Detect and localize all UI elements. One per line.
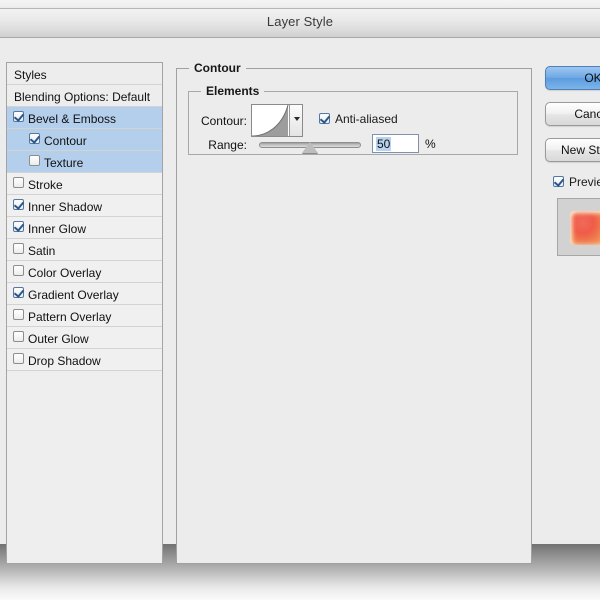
blending-options-label: Blending Options: Default xyxy=(14,89,151,104)
style-row[interactable]: Contour xyxy=(7,129,162,151)
elements-group-box: Elements Contour: Anti-aliased Range: 50… xyxy=(188,84,518,155)
dialog-titlebar[interactable]: Layer Style xyxy=(0,9,600,38)
style-row-checkbox[interactable] xyxy=(13,261,24,282)
ok-button[interactable]: OK xyxy=(545,66,600,90)
checkbox-checked-icon xyxy=(13,286,24,298)
range-slider[interactable] xyxy=(259,138,361,153)
style-row-label: Pattern Overlay xyxy=(28,309,112,324)
styles-list-header: Styles xyxy=(7,63,162,85)
style-row-label: Inner Glow xyxy=(28,221,87,236)
checkbox-unchecked-icon xyxy=(13,330,24,342)
style-row-checkbox[interactable] xyxy=(13,327,24,348)
anti-aliased-check-icon xyxy=(319,113,330,125)
style-row-label: Contour xyxy=(44,133,87,148)
checkbox-checked-icon xyxy=(13,198,24,210)
style-row-checkbox[interactable] xyxy=(13,107,24,128)
anti-aliased-checkbox[interactable]: Anti-aliased xyxy=(319,111,398,126)
checkbox-unchecked-icon xyxy=(13,264,24,276)
range-value-text: 50 xyxy=(376,137,392,151)
style-row-label: Color Overlay xyxy=(28,265,102,280)
blending-options-row[interactable]: Blending Options: Default xyxy=(7,85,162,107)
checkbox-checked-icon xyxy=(13,110,24,122)
style-row[interactable]: Drop Shadow xyxy=(7,349,162,371)
style-row[interactable]: Bevel & Emboss xyxy=(7,107,162,129)
elements-group-title: Elements xyxy=(201,84,265,98)
checkbox-unchecked-icon xyxy=(13,242,24,254)
style-row-label: Bevel & Emboss xyxy=(28,111,117,126)
range-slider-thumb[interactable] xyxy=(302,142,318,153)
contour-field-label: Contour: xyxy=(200,114,247,128)
style-row[interactable]: Stroke xyxy=(7,173,162,195)
layer-style-dialog: Layer Style Styles Blending Options: Def… xyxy=(0,8,600,564)
style-row[interactable]: Color Overlay xyxy=(7,261,162,283)
anti-aliased-label: Anti-aliased xyxy=(335,111,398,126)
preview-swatch xyxy=(570,210,600,245)
style-row-label: Stroke xyxy=(28,177,63,192)
checkbox-checked-icon xyxy=(13,220,24,232)
contour-group-box: Contour Elements Contour: Anti-aliased R… xyxy=(176,61,532,564)
style-row-checkbox[interactable] xyxy=(13,239,24,260)
styles-list-panel: Styles Blending Options: Default Bevel &… xyxy=(6,62,163,564)
styles-header-label: Styles xyxy=(14,67,47,82)
range-field-label: Range: xyxy=(208,138,247,152)
range-value-input[interactable]: 50 xyxy=(372,134,419,153)
checkbox-unchecked-icon xyxy=(29,154,40,166)
style-row-label: Drop Shadow xyxy=(28,353,101,368)
style-row-label: Gradient Overlay xyxy=(28,287,119,302)
preview-checkbox[interactable]: Preview xyxy=(553,174,600,189)
style-row-checkbox[interactable] xyxy=(13,305,24,326)
style-row-label: Outer Glow xyxy=(28,331,89,346)
style-row[interactable]: Outer Glow xyxy=(7,327,162,349)
style-row[interactable]: Texture xyxy=(7,151,162,173)
checkbox-unchecked-icon xyxy=(13,352,24,364)
style-row[interactable]: Inner Shadow xyxy=(7,195,162,217)
style-row-checkbox[interactable] xyxy=(13,173,24,194)
contour-dropdown-arrow-icon[interactable] xyxy=(288,105,302,136)
checkbox-unchecked-icon xyxy=(13,308,24,320)
style-row-checkbox[interactable] xyxy=(13,217,24,238)
style-row[interactable]: Pattern Overlay xyxy=(7,305,162,327)
style-row-checkbox[interactable] xyxy=(29,129,40,150)
contour-preset-picker[interactable] xyxy=(251,104,303,137)
new-style-button[interactable]: New Style... xyxy=(545,138,600,162)
style-row-label: Satin xyxy=(28,243,56,258)
preview-thumbnail xyxy=(557,197,600,256)
preview-label: Preview xyxy=(569,174,600,189)
checkbox-checked-icon xyxy=(29,132,40,144)
style-row-checkbox[interactable] xyxy=(13,195,24,216)
style-row[interactable]: Inner Glow xyxy=(7,217,162,239)
style-row-checkbox[interactable] xyxy=(29,151,40,172)
contour-curve-thumbnail xyxy=(252,105,289,136)
range-percent-symbol: % xyxy=(425,137,436,151)
style-row[interactable]: Gradient Overlay xyxy=(7,283,162,305)
style-row-label: Inner Shadow xyxy=(28,199,103,214)
dialog-body: Styles Blending Options: Default Bevel &… xyxy=(0,38,600,564)
style-row-checkbox[interactable] xyxy=(13,349,24,370)
cancel-button[interactable]: Cancel xyxy=(545,102,600,126)
styles-rows-container: Bevel & Emboss Contour Texture Stroke Inner … xyxy=(7,107,162,371)
contour-group-title: Contour xyxy=(189,61,246,75)
preview-check-icon xyxy=(553,176,564,188)
style-row[interactable]: Satin xyxy=(7,239,162,261)
dialog-title: Layer Style xyxy=(266,14,334,29)
style-row-label: Texture xyxy=(44,155,84,170)
checkbox-unchecked-icon xyxy=(13,176,24,188)
dialog-buttons-panel: OK Cancel New Style... Preview xyxy=(545,66,600,256)
style-row-checkbox[interactable] xyxy=(13,283,24,304)
